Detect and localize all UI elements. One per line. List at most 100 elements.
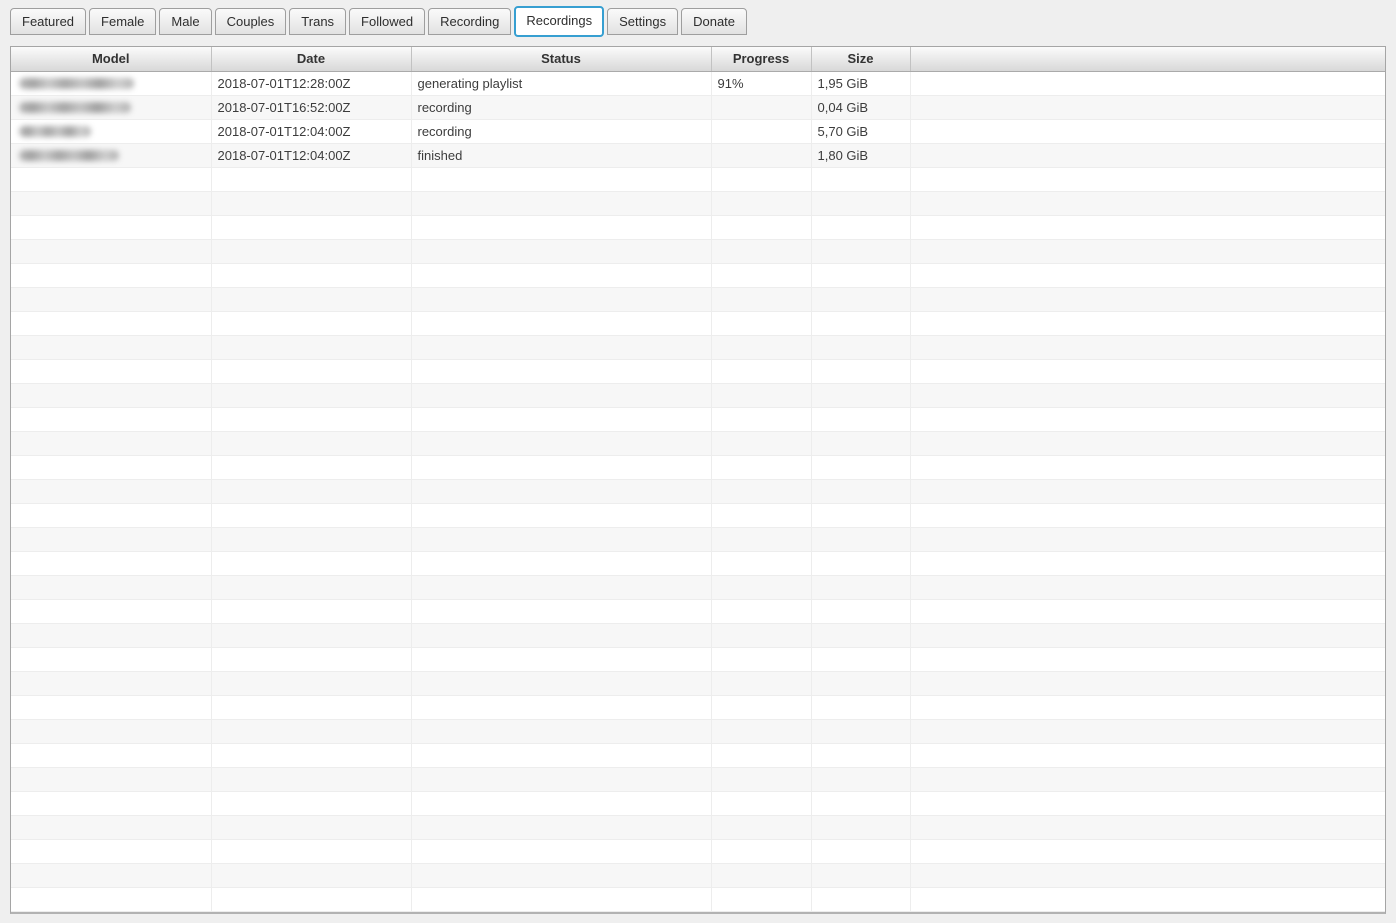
progress-cell[interactable]: [711, 119, 812, 144]
empty-cell: [11, 263, 212, 288]
column-header-filler: [910, 47, 1385, 72]
empty-cell: [711, 479, 812, 504]
table-row[interactable]: 2018-07-01T12:28:00Z generating playlist 9…: [11, 71, 1385, 96]
empty-cell: [211, 551, 412, 576]
tab-label: Female: [101, 14, 145, 29]
progress-cell[interactable]: [711, 143, 812, 168]
empty-cell: [811, 527, 911, 552]
table-row[interactable]: 2018-07-01T12:04:00Z recording 5,70 GiB: [11, 119, 1385, 144]
column-header-model[interactable]: Model: [11, 47, 212, 72]
empty-cell: [711, 839, 812, 864]
column-header-date[interactable]: Date: [211, 47, 412, 72]
date-cell[interactable]: 2018-07-01T12:28:00Z: [211, 71, 412, 96]
empty-cell: [811, 503, 911, 528]
column-header-size[interactable]: Size: [811, 47, 911, 72]
tab-label: Recordings: [526, 13, 593, 28]
column-header-status[interactable]: Status: [411, 47, 712, 72]
status-cell[interactable]: finished: [411, 143, 712, 168]
empty-cell: [711, 407, 812, 432]
tab-label: Featured: [22, 14, 75, 29]
empty-row: [11, 575, 1385, 600]
empty-cell: [711, 359, 812, 384]
empty-cell: [411, 191, 712, 216]
empty-cell: [11, 623, 212, 648]
size-cell[interactable]: 5,70 GiB: [811, 119, 911, 144]
empty-cell: [811, 287, 911, 312]
empty-cell: [711, 383, 812, 408]
empty-row: [11, 599, 1385, 624]
size-cell[interactable]: 0,04 GiB: [811, 95, 911, 120]
empty-cell: [811, 239, 911, 264]
redacted-model-name: [19, 77, 134, 89]
empty-cell: [411, 575, 712, 600]
empty-cell: [211, 335, 412, 360]
tab-donate[interactable]: Donate: [681, 8, 748, 35]
column-header-progress[interactable]: Progress: [711, 47, 812, 72]
empty-cell: [11, 767, 212, 792]
empty-cell: [11, 383, 212, 408]
empty-cell: [811, 743, 911, 768]
model-cell[interactable]: [11, 71, 212, 96]
date-cell[interactable]: 2018-07-01T12:04:00Z: [211, 119, 412, 144]
empty-row: [11, 551, 1385, 576]
empty-cell: [11, 791, 212, 816]
empty-cell: [811, 383, 911, 408]
empty-cell: [910, 551, 1385, 576]
empty-cell: [11, 527, 212, 552]
status-cell[interactable]: generating playlist: [411, 71, 712, 96]
redacted-model-name: [19, 149, 119, 161]
empty-cell: [411, 887, 712, 912]
redacted-model-name: [19, 101, 131, 113]
tab-followed[interactable]: Followed: [349, 8, 426, 35]
empty-cell: [711, 599, 812, 624]
progress-cell[interactable]: 91%: [711, 71, 812, 96]
date-cell[interactable]: 2018-07-01T16:52:00Z: [211, 95, 412, 120]
tab-bar: Featured Female Male Couples Trans Follo…: [10, 0, 1396, 37]
tab-recordings[interactable]: Recordings: [514, 6, 605, 37]
empty-row: [11, 767, 1385, 792]
tab-trans[interactable]: Trans: [289, 8, 347, 35]
model-cell[interactable]: [11, 119, 212, 144]
status-cell[interactable]: recording: [411, 119, 712, 144]
empty-row: [11, 263, 1385, 288]
tab-male[interactable]: Male: [159, 8, 212, 35]
empty-cell: [811, 863, 911, 888]
empty-cell: [11, 671, 212, 696]
model-cell[interactable]: [11, 143, 212, 168]
empty-row: [11, 335, 1385, 360]
status-cell[interactable]: recording: [411, 95, 712, 120]
tab-label: Recording: [440, 14, 500, 29]
empty-row: [11, 839, 1385, 864]
empty-cell: [711, 887, 812, 912]
empty-cell: [711, 503, 812, 528]
tab-female[interactable]: Female: [89, 8, 157, 35]
progress-cell[interactable]: [711, 95, 812, 120]
empty-row: [11, 887, 1385, 912]
filler-cell: [910, 95, 1385, 120]
empty-cell: [211, 647, 412, 672]
empty-cell: [910, 671, 1385, 696]
tab-featured[interactable]: Featured: [10, 8, 87, 35]
filler-cell: [910, 143, 1385, 168]
size-cell[interactable]: 1,95 GiB: [811, 71, 911, 96]
empty-cell: [711, 647, 812, 672]
empty-cell: [910, 575, 1385, 600]
empty-cell: [11, 815, 212, 840]
empty-cell: [910, 431, 1385, 456]
empty-cell: [211, 479, 412, 504]
empty-cell: [411, 407, 712, 432]
model-cell[interactable]: [11, 95, 212, 120]
empty-cell: [811, 887, 911, 912]
empty-cell: [811, 311, 911, 336]
tab-recording[interactable]: Recording: [428, 8, 512, 35]
date-cell[interactable]: 2018-07-01T12:04:00Z: [211, 143, 412, 168]
table-row[interactable]: 2018-07-01T16:52:00Z recording 0,04 GiB: [11, 95, 1385, 120]
empty-cell: [711, 791, 812, 816]
empty-cell: [11, 407, 212, 432]
tab-couples[interactable]: Couples: [214, 8, 287, 35]
empty-cell: [910, 167, 1385, 192]
empty-cell: [910, 719, 1385, 744]
tab-settings[interactable]: Settings: [607, 8, 679, 35]
size-cell[interactable]: 1,80 GiB: [811, 143, 911, 168]
table-row[interactable]: 2018-07-01T12:04:00Z finished 1,80 GiB: [11, 143, 1385, 168]
